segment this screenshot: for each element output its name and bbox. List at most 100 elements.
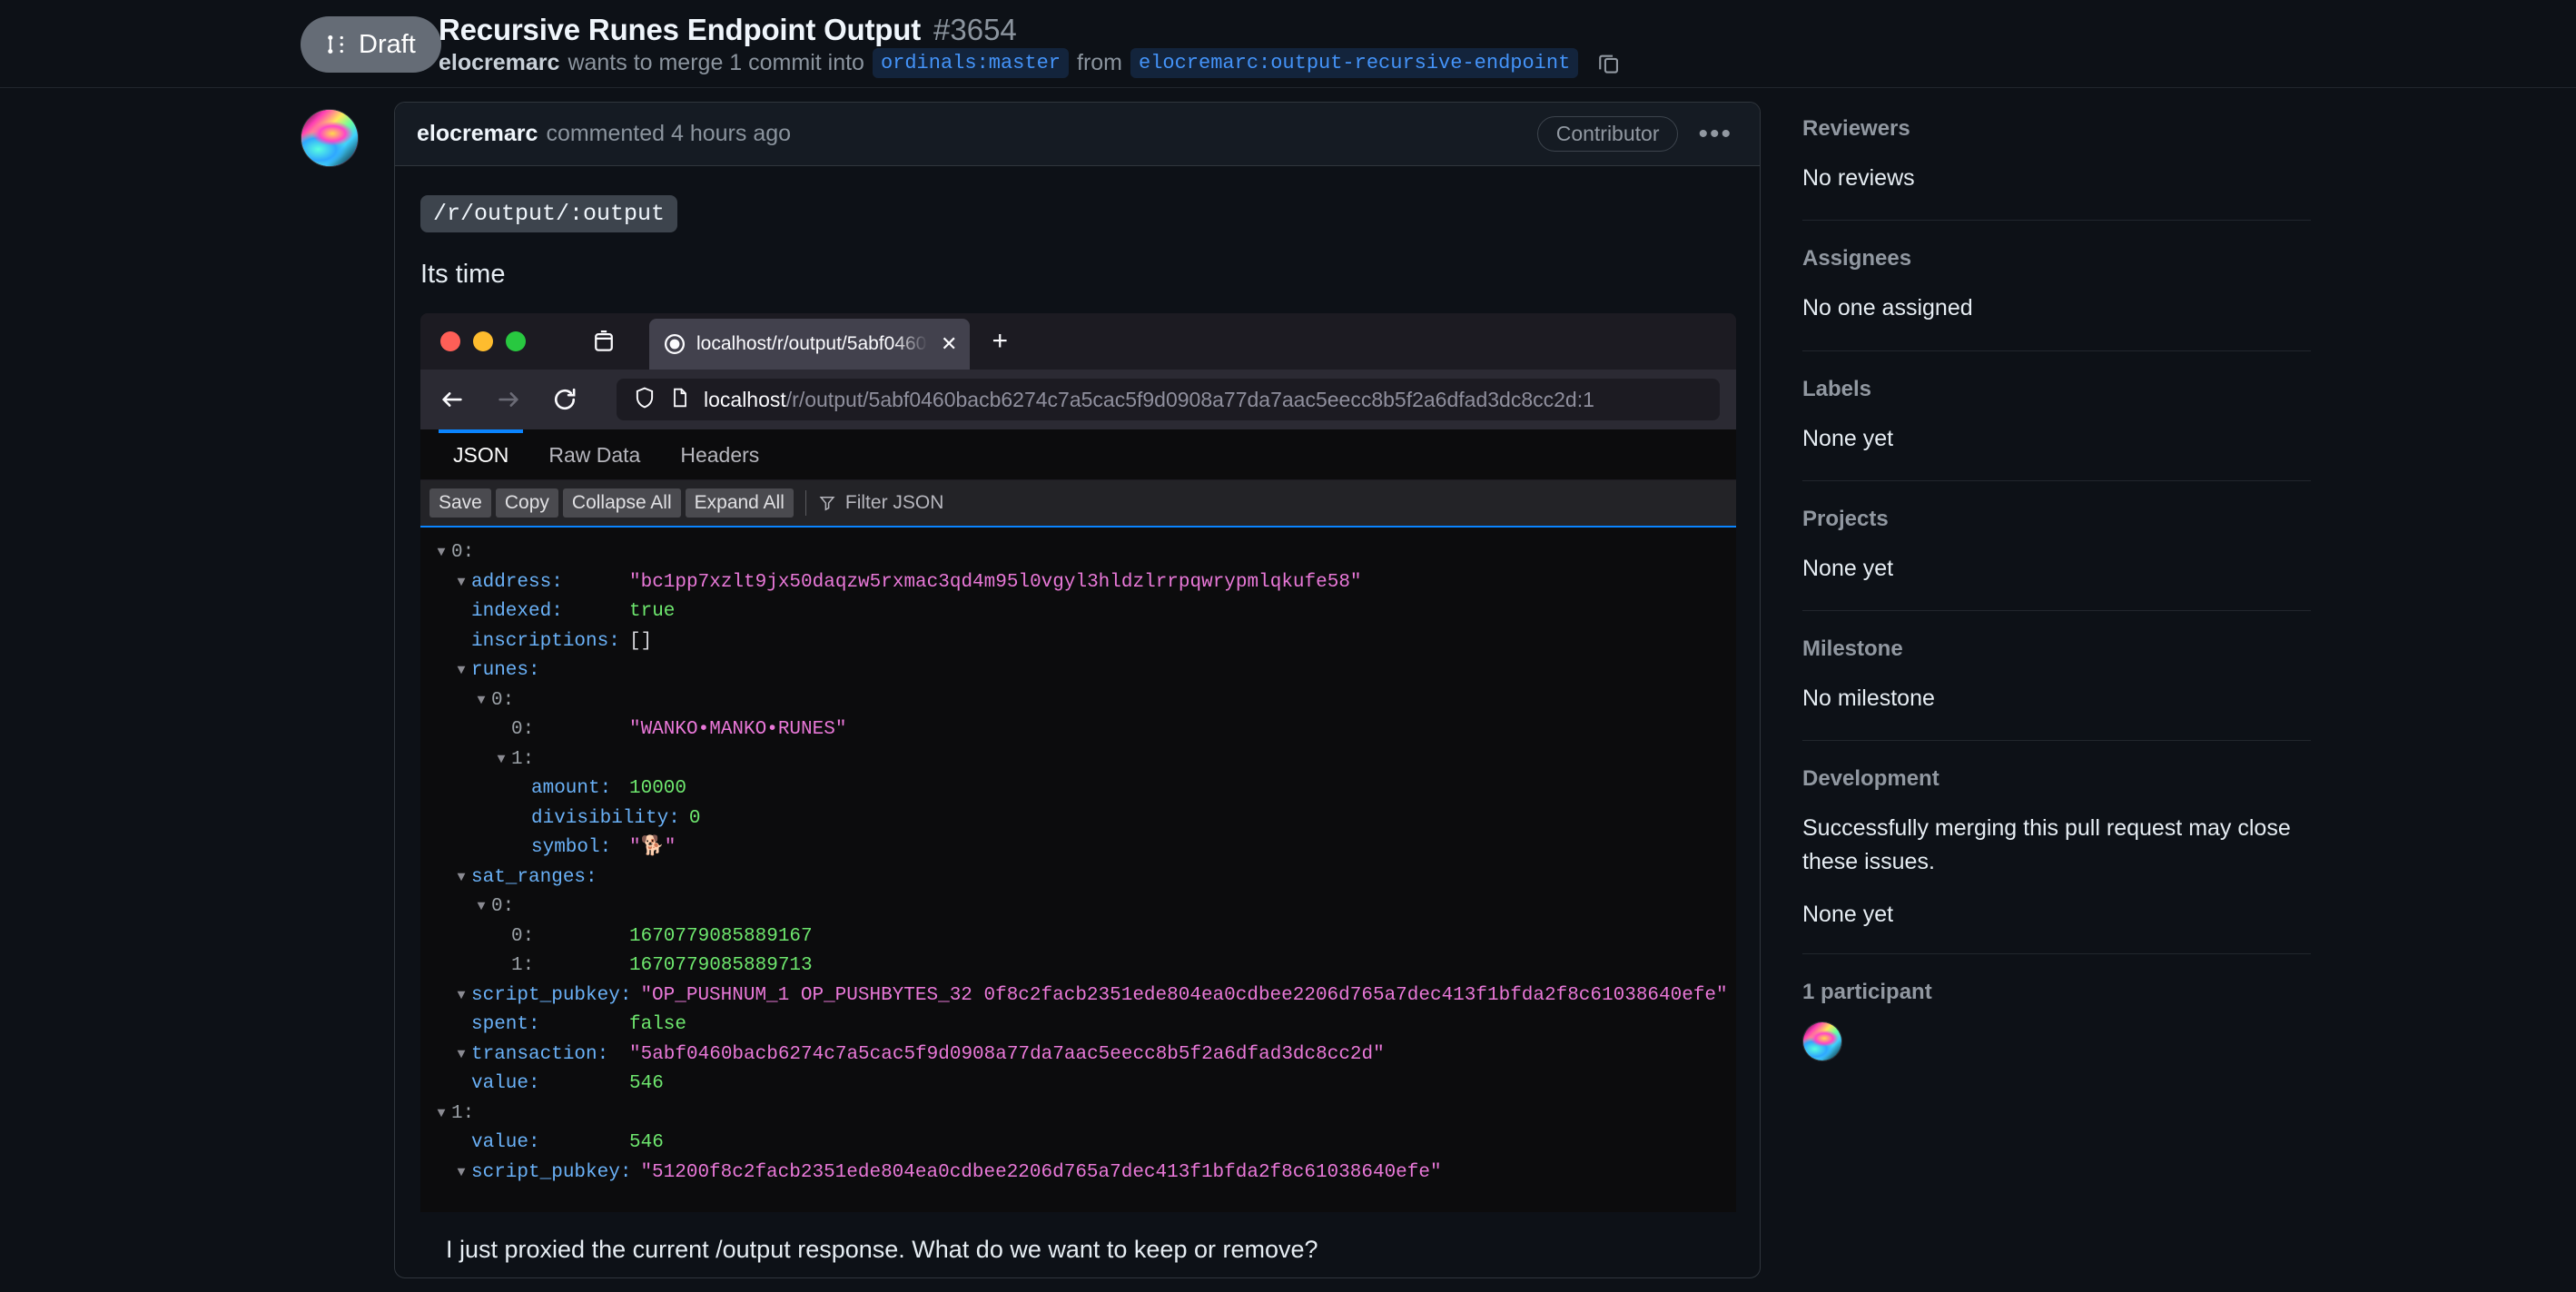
chevron-down-icon[interactable]: ▼ [451,568,471,598]
sidebar-section-value: No reviews [1802,165,1915,191]
address-bar[interactable]: localhost/r/output/5abf0460bacb6274c7a5c… [617,379,1720,420]
json-key-cell: 0: [451,538,620,568]
chevron-down-icon[interactable]: ▼ [451,656,471,686]
chevron-down-icon[interactable]: ▼ [431,538,451,568]
maximize-window-button[interactable] [506,331,526,351]
sidebar-section-value: No milestone [1802,685,1935,711]
json-row: ▼0:1670779085889167 [420,922,1736,952]
window-controls [440,331,526,351]
json-key-cell: symbol: [531,833,620,863]
json-row: ▼ address: "bc1pp7xzlt9jx50daqzw5rxmac3qd4… [420,568,1736,598]
sidebar-section-title[interactable]: Reviewers [1802,116,2311,142]
sidebar-section-value: None yet [1802,555,1894,581]
json-key: symbol: [531,837,612,858]
comment-menu-icon[interactable]: ••• [1693,120,1738,148]
back-icon[interactable] [437,384,468,415]
chevron-down-icon[interactable]: ▼ [491,745,511,775]
chevron-down-icon[interactable]: ▼ [451,981,471,1011]
json-tree: ▼ 0: ▼ address: "bc1pp7xzlt9jx50daqzw5rxmac3… [420,528,1736,1188]
pr-author-link[interactable]: elocremarc [439,50,559,76]
json-row: ▼0:"WANKO•MANKO•RUNES" [420,715,1736,745]
chevron-down-icon[interactable]: ▼ [451,1041,471,1070]
json-key: transaction: [471,1043,609,1065]
json-row: ▼amount:10000 [420,774,1736,804]
json-key: sat_ranges: [471,866,597,888]
chevron-down-icon[interactable]: ▼ [471,686,491,716]
sidebar-section-title[interactable]: Projects [1802,507,2311,532]
json-row: ▼ runes: [420,656,1736,686]
json-key: 0: [491,896,515,917]
close-window-button[interactable] [440,331,460,351]
new-tab-icon[interactable]: + [992,326,1008,357]
json-key-cell: 0: [511,715,620,745]
expand-all-button[interactable]: Expand All [685,488,794,518]
copy-branch-icon[interactable] [1594,47,1624,78]
comment-heading: Its time [420,260,506,289]
json-key-cell: value: [471,1129,620,1159]
json-row: ▼1:1670779085889713 [420,952,1736,981]
json-key: 0: [451,542,475,563]
tab-raw-data[interactable]: Raw Data [528,429,660,480]
chevron-down-icon[interactable]: ▼ [431,1100,451,1129]
json-key-cell: script_pubkey: [471,1159,631,1188]
comment-author-link[interactable]: elocremarc [417,121,538,147]
reload-icon[interactable] [549,384,580,415]
minimize-window-button[interactable] [473,331,493,351]
sidebar-section-labels: Labels None yet [1802,377,2311,480]
sidebar-section-value: No one assigned [1802,295,1973,321]
json-row: ▼ transaction: "5abf0460bacb6274c7a5cac5f9… [420,1041,1736,1070]
sidebar-toggle-icon[interactable] [591,327,618,356]
draft-status-badge: Draft [301,16,441,73]
sidebar-section-value: None yet [1802,425,1894,451]
json-viewer-tabs: JSON Raw Data Headers [420,429,1736,480]
filter-json-input[interactable]: Filter JSON [818,492,943,514]
pr-merge-text: wants to merge 1 commit into [568,49,864,75]
base-branch-chip[interactable]: ordinals:master [872,47,1069,78]
json-row: ▼ 1: [420,1100,1736,1129]
json-key-cell: runes: [471,656,620,686]
comment-header-actions: Contributor ••• [1536,116,1738,152]
tab-json[interactable]: JSON [433,429,528,480]
contributor-badge: Contributor [1536,116,1679,152]
tab-headers[interactable]: Headers [660,429,779,480]
chevron-down-icon[interactable]: ▼ [451,1159,471,1188]
chevron-down-icon[interactable]: ▼ [451,863,471,893]
sidebar-section-value: Successfully merging this pull request m… [1802,815,2291,874]
sidebar-section-title[interactable]: Labels [1802,377,2311,402]
json-key: divisibility: [531,807,680,829]
participant-avatar[interactable] [1802,1021,1842,1061]
copy-button[interactable]: Copy [495,488,558,518]
avatar[interactable] [301,109,359,167]
json-row: ▼ sat_ranges: [420,863,1736,893]
sidebar-divider [1802,610,2311,611]
collapse-all-button[interactable]: Collapse All [562,488,681,518]
json-key-cell: script_pubkey: [471,981,631,1011]
json-value: "WANKO•MANKO•RUNES" [629,719,847,740]
browser-tab[interactable]: localhost/r/output/5abf0460bac ✕ [649,319,971,370]
sidebar-section-title[interactable]: Development [1802,766,2311,792]
participants-label: 1 participant [1802,979,1932,1004]
json-key-cell: 1: [451,1100,620,1129]
head-branch-chip[interactable]: elocremarc:output-recursive-endpoint [1130,47,1579,78]
sidebar-section-reviewers: Reviewers No reviews [1802,116,2311,220]
json-key-cell: transaction: [471,1041,620,1070]
json-key: 1: [451,1102,475,1124]
sidebar-section-title[interactable]: Assignees [1802,246,2311,271]
close-tab-icon[interactable]: ✕ [941,332,957,356]
save-button[interactable]: Save [429,488,491,518]
forward-icon[interactable] [493,384,524,415]
chevron-down-icon[interactable]: ▼ [471,893,491,922]
json-key: 0: [511,719,535,740]
json-key: value: [471,1132,540,1153]
json-key: 1: [511,955,535,976]
comment-timestamp: commented 4 hours ago [546,121,792,146]
sidebar-divider [1802,350,2311,351]
draft-label: Draft [359,29,416,59]
draft-pr-icon [328,35,343,54]
sidebar-section-title[interactable]: Milestone [1802,636,2311,662]
browser-nav-bar: localhost/r/output/5abf0460bacb6274c7a5c… [420,370,1736,429]
pr-sidebar: Reviewers No reviews Assignees No one assig… [1802,116,2311,1087]
json-row: ▼indexed:true [420,597,1736,627]
json-key: 0: [491,689,515,711]
json-key: script_pubkey: [471,1161,632,1183]
